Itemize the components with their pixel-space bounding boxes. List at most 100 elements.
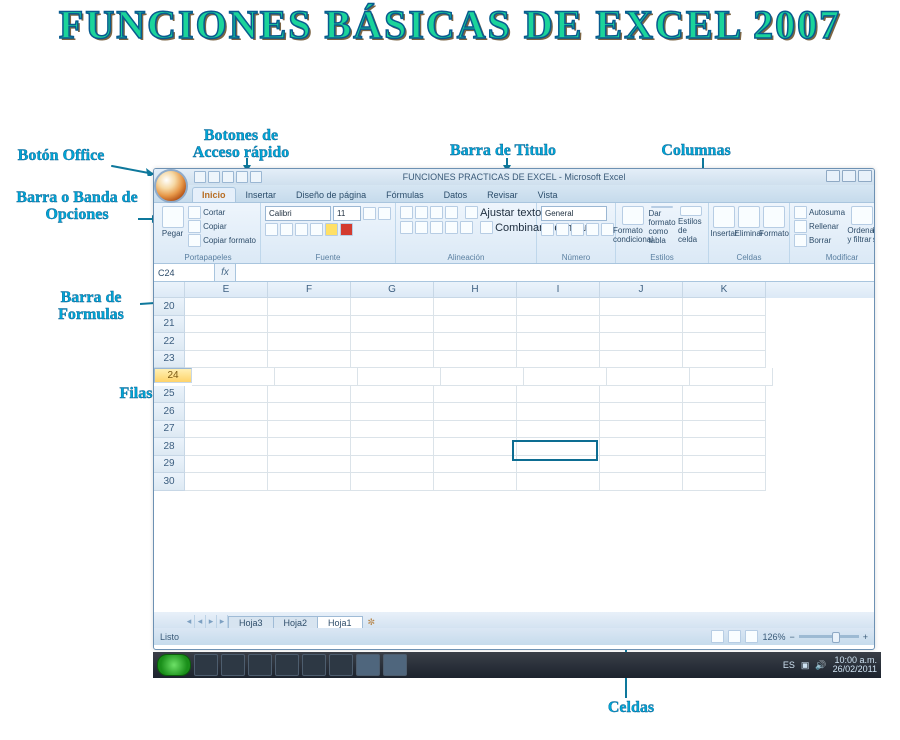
cell[interactable] [268, 403, 351, 421]
row-header-22[interactable]: 22 [154, 333, 185, 351]
cell[interactable] [351, 403, 434, 421]
orientation-button[interactable] [445, 206, 458, 219]
cell[interactable] [192, 368, 275, 386]
comma-button[interactable] [571, 223, 584, 236]
conditional-format-button[interactable]: Formato condicional [620, 206, 646, 244]
cell[interactable] [434, 473, 517, 491]
grow-font-button[interactable] [363, 207, 376, 220]
cell[interactable] [268, 298, 351, 316]
delete-button[interactable]: Eliminar [738, 206, 760, 244]
cell[interactable] [268, 333, 351, 351]
taskbar-app-excel[interactable] [383, 654, 407, 676]
cell[interactable] [351, 473, 434, 491]
align-bottom-button[interactable] [430, 206, 443, 219]
row-header-21[interactable]: 21 [154, 316, 185, 334]
row-header-26[interactable]: 26 [154, 403, 185, 421]
cell[interactable] [683, 333, 766, 351]
cell[interactable] [434, 456, 517, 474]
cell[interactable] [600, 298, 683, 316]
cell[interactable] [434, 333, 517, 351]
insert-button[interactable]: Insertar [713, 206, 735, 244]
cell[interactable] [683, 351, 766, 369]
cell[interactable] [517, 421, 600, 439]
ribbon-tab-revisar[interactable]: Revisar [477, 187, 528, 202]
cell[interactable] [434, 421, 517, 439]
sort-filter-button[interactable]: Ordenar y filtrar [848, 206, 875, 244]
align-middle-button[interactable] [415, 206, 428, 219]
border-button[interactable] [310, 223, 323, 236]
cell[interactable] [600, 456, 683, 474]
cell[interactable] [185, 421, 268, 439]
font-size-select[interactable]: 11 [333, 206, 361, 221]
sheet-tab-hoja2[interactable]: Hoja2 [273, 616, 319, 628]
cell[interactable] [607, 368, 690, 386]
redo-icon[interactable] [222, 171, 234, 183]
cell[interactable] [517, 386, 600, 404]
indent-inc-button[interactable] [460, 221, 473, 234]
ribbon-tab-fórmulas[interactable]: Fórmulas [376, 187, 434, 202]
print-icon[interactable] [236, 171, 248, 183]
cut-button[interactable]: Cortar [188, 206, 256, 219]
ribbon-tab-vista[interactable]: Vista [528, 187, 568, 202]
cell[interactable] [683, 421, 766, 439]
cell[interactable] [185, 438, 268, 456]
shrink-font-button[interactable] [378, 207, 391, 220]
fill-color-button[interactable] [325, 223, 338, 236]
cell[interactable] [434, 386, 517, 404]
column-header-H[interactable]: H [434, 282, 517, 298]
cell[interactable] [517, 473, 600, 491]
cell[interactable] [600, 473, 683, 491]
name-box[interactable] [154, 264, 215, 281]
column-header-G[interactable]: G [351, 282, 434, 298]
fill-button[interactable]: Rellenar [794, 220, 845, 233]
column-header-E[interactable]: E [185, 282, 268, 298]
align-right-button[interactable] [430, 221, 443, 234]
cell[interactable] [185, 316, 268, 334]
cell[interactable] [600, 421, 683, 439]
cell[interactable] [434, 351, 517, 369]
select-all-corner[interactable] [154, 282, 185, 298]
cell[interactable] [690, 368, 773, 386]
cell[interactable] [358, 368, 441, 386]
column-header-K[interactable]: K [683, 282, 766, 298]
cell[interactable] [517, 351, 600, 369]
cell[interactable] [185, 473, 268, 491]
currency-button[interactable] [541, 223, 554, 236]
view-normal-button[interactable] [711, 630, 724, 643]
undo-icon[interactable] [208, 171, 220, 183]
paste-button[interactable]: Pegar [160, 206, 185, 244]
quick-access-toolbar[interactable] [194, 171, 262, 183]
tab-nav-first[interactable]: ◂ [184, 615, 195, 628]
autosum-button[interactable]: Autosuma [794, 206, 845, 219]
minimize-button[interactable] [826, 170, 840, 182]
inc-decimal-button[interactable] [586, 223, 599, 236]
cell[interactable] [683, 403, 766, 421]
taskbar-app-powerpoint[interactable] [356, 654, 380, 676]
save-icon[interactable] [194, 171, 206, 183]
cell[interactable] [434, 438, 517, 456]
cell[interactable] [351, 298, 434, 316]
column-header-F[interactable]: F [268, 282, 351, 298]
cell[interactable] [517, 438, 600, 456]
percent-button[interactable] [556, 223, 569, 236]
number-format-select[interactable]: General [541, 206, 607, 221]
cell[interactable] [351, 421, 434, 439]
format-painter-button[interactable]: Copiar formato [188, 234, 256, 247]
font-name-select[interactable]: Calibri [265, 206, 331, 221]
cell[interactable] [268, 316, 351, 334]
tab-nav-last[interactable]: ▸ [217, 615, 228, 628]
zoom-in-button[interactable]: + [863, 632, 868, 642]
cell-styles-button[interactable]: Estilos de celda [678, 206, 704, 244]
row-header-27[interactable]: 27 [154, 421, 185, 439]
row-header-25[interactable]: 25 [154, 386, 185, 404]
row-header-23[interactable]: 23 [154, 351, 185, 369]
cell[interactable] [600, 351, 683, 369]
indent-dec-button[interactable] [445, 221, 458, 234]
font-color-button[interactable] [340, 223, 353, 236]
cell[interactable] [351, 386, 434, 404]
ribbon-tab-insertar[interactable]: Insertar [236, 187, 287, 202]
ribbon-tab-datos[interactable]: Datos [434, 187, 478, 202]
row-header-24[interactable]: 24 [154, 368, 192, 383]
tray-volume-icon[interactable]: 🔊 [815, 660, 826, 671]
taskbar-app-browser[interactable] [275, 654, 299, 676]
